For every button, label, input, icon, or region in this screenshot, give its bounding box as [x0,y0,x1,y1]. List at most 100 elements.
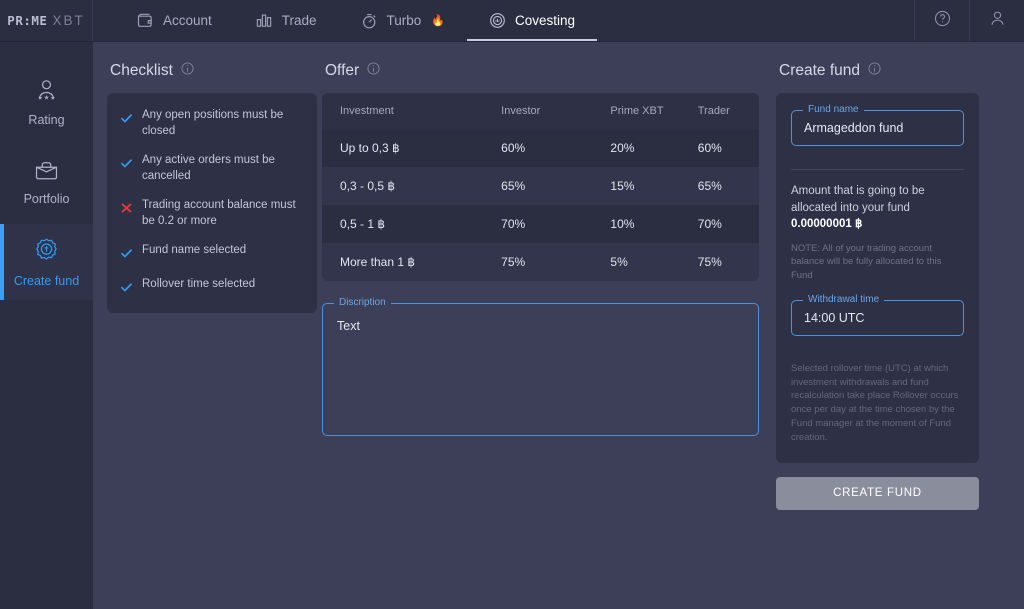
offer-table: Investment Investor Prime XBT Trader Up … [322,93,759,281]
checklist-item-label: Fund name selected [142,243,246,259]
allocation-text: Amount that is going to be allocated int… [791,183,964,233]
cell-investment: 0,3 - 0,5 ฿ [322,167,501,205]
cell-investment: 0,5 - 1 ฿ [322,205,501,243]
cell-investment: More than 1 ฿ [322,243,501,281]
check-icon [121,243,132,263]
brand-logo-secondary: XBT [52,13,84,28]
brand-logo[interactable]: PR:ME XBT [0,0,93,41]
fund-name-label: Fund name [803,104,864,115]
check-icon [121,153,132,173]
info-icon[interactable] [868,62,881,80]
offer-table-head: Investment Investor Prime XBT Trader [322,93,759,129]
checklist-item-label: Rollover time selected [142,277,255,293]
top-navigation-bar: PR:ME XBT Account [0,0,1024,42]
covesting-icon [489,12,506,29]
table-header-row: Investment Investor Prime XBT Trader [322,93,759,129]
offer-table-body: Up to 0,3 ฿ 60% 20% 60% 0,3 - 0,5 ฿ 65% … [322,129,759,281]
top-nav-items: Account Trade [93,0,914,41]
withdrawal-time-label: Withdrawal time [803,294,884,305]
create-fund-title: Create fund [779,62,860,80]
star-user-icon [33,78,60,106]
nav-item-turbo-label: Turbo [387,13,422,28]
checklist-item-label: Any active orders must be cancelled [142,153,303,184]
check-icon [121,277,132,297]
nav-item-account-label: Account [163,13,212,28]
column-header-trader: Trader [698,93,759,129]
sidebar-item-portfolio[interactable]: Portfolio [0,144,93,220]
cell-prime-xbt: 10% [610,205,697,243]
create-fund-button[interactable]: CREATE FUND [776,477,979,510]
brand-logo-primary: PR:ME [7,13,47,28]
table-row: 0,3 - 0,5 ฿ 65% 15% 65% [322,167,759,205]
description-input[interactable]: Discription Text [322,303,759,436]
cell-investor: 70% [501,205,610,243]
nav-item-turbo[interactable]: Turbo 🔥 [339,0,467,41]
offer-column: Offer Investment Investor [322,62,759,609]
offer-title: Offer [325,62,359,80]
cell-trader: 70% [698,205,759,243]
help-button[interactable] [914,0,969,41]
checklist-column: Checklist Any open posi [107,62,317,609]
checklist-item: Fund name selected [121,243,303,263]
description-label: Discription [334,297,391,308]
checklist-item: Any open positions must be closed [121,108,303,139]
cell-prime-xbt: 5% [610,243,697,281]
fund-name-input[interactable]: Fund name Armageddon fund [791,110,964,146]
profile-button[interactable] [969,0,1024,41]
cell-trader: 75% [698,243,759,281]
allocation-amount: 0.00000001 ฿ [791,218,862,230]
left-sidebar: Rating Portfolio [0,42,93,609]
table-row: Up to 0,3 ฿ 60% 20% 60% [322,129,759,167]
create-fund-panel: Fund name Armageddon fund Amount that is… [776,93,979,463]
sidebar-item-rating[interactable]: Rating [0,64,93,140]
top-right-actions [914,0,1024,41]
wallet-icon [137,13,154,28]
checklist-item: Rollover time selected [121,277,303,297]
checklist-item: Any active orders must be cancelled [121,153,303,184]
description-value: Text [337,319,360,333]
nav-item-covesting[interactable]: Covesting [467,0,597,41]
allocation-prefix: Amount that is going to be allocated int… [791,185,925,214]
withdrawal-time-wrapper: Withdrawal time 14:00 UTC [791,300,964,336]
checklist-header: Checklist [107,62,317,80]
stopwatch-icon [361,13,378,29]
cell-investor: 60% [501,129,610,167]
table-row: More than 1 ฿ 75% 5% 75% [322,243,759,281]
page-body: Rating Portfolio [0,42,1024,609]
check-icon [121,108,132,128]
table-row: 0,5 - 1 ฿ 70% 10% 70% [322,205,759,243]
column-header-investment: Investment [322,93,501,129]
badge-fund-icon [33,237,60,267]
cell-trader: 65% [698,167,759,205]
cell-investment: Up to 0,3 ฿ [322,129,501,167]
description-wrapper: Discription Text [322,303,759,436]
cell-investor: 65% [501,167,610,205]
withdrawal-time-input[interactable]: Withdrawal time 14:00 UTC [791,300,964,336]
cell-investor: 75% [501,243,610,281]
nav-item-trade-label: Trade [282,13,317,28]
sidebar-item-create-fund[interactable]: Create fund [0,224,93,300]
briefcase-icon [33,159,60,185]
allocation-note: NOTE: All of your trading account balanc… [791,242,964,282]
cell-prime-xbt: 20% [610,129,697,167]
create-fund-column: Create fund Fund name Armageddon fund [776,62,979,609]
nav-item-trade[interactable]: Trade [234,0,339,41]
sidebar-item-rating-label: Rating [28,113,64,127]
checklist-item-label: Trading account balance must be 0.2 or m… [142,198,303,229]
checklist-item: Trading account balance must be 0.2 or m… [121,198,303,229]
nav-item-covesting-label: Covesting [515,13,575,28]
info-icon[interactable] [367,62,380,80]
main-content: Checklist Any open posi [93,42,1024,609]
cross-icon [121,198,132,218]
rollover-note: Selected rollover time (UTC) at which in… [791,362,964,445]
nav-item-account[interactable]: Account [115,0,234,41]
info-icon[interactable] [181,62,194,80]
cell-prime-xbt: 15% [610,167,697,205]
checklist-title: Checklist [110,62,173,80]
offer-header: Offer [322,62,759,80]
withdrawal-time-value: 14:00 UTC [804,311,864,325]
fire-icon: 🔥 [431,14,445,27]
cell-trader: 60% [698,129,759,167]
fund-name-value: Armageddon fund [804,121,903,135]
column-header-prime-xbt: Prime XBT [610,93,697,129]
